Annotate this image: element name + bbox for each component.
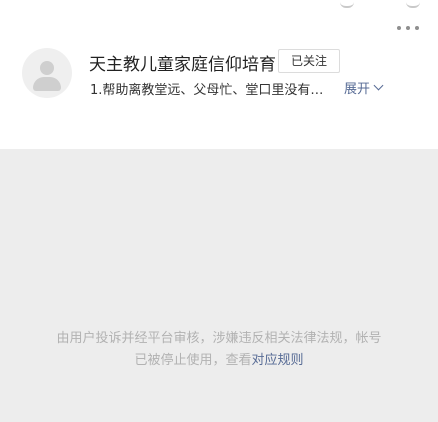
notice-line-2-text: 已被停止使用，查看 <box>134 353 252 368</box>
more-dots-icon[interactable] <box>397 22 419 34</box>
suspension-notice: 由用户投诉并经平台审核，涉嫌违反相关法律法规，帐号 已被停止使用，查看对应规则 <box>0 328 438 372</box>
expand-label: 展开 <box>344 82 371 97</box>
notice-line-2: 已被停止使用，查看对应规则 <box>0 350 438 372</box>
rule-link[interactable]: 对应规则 <box>252 353 304 368</box>
account-name[interactable]: 天主教儿童家庭信仰培育 <box>89 50 276 75</box>
avatar-head <box>40 61 54 75</box>
account-profile: 天主教儿童家庭信仰培育 已关注 1.帮助离教堂远、父母忙、堂口里没有儿童信仰培育… <box>22 46 422 102</box>
account-description: 1.帮助离教堂远、父母忙、堂口里没有儿童信仰培育的家庭 <box>90 83 336 98</box>
avatar-body <box>33 77 61 91</box>
dot <box>415 26 419 30</box>
toolbar-icon-partial <box>340 0 354 8</box>
toolbar-icon-partial <box>406 0 420 8</box>
expand-button[interactable]: 展开 <box>344 78 384 97</box>
dot <box>406 26 410 30</box>
notice-line-1: 由用户投诉并经平台审核，涉嫌违反相关法律法规，帐号 <box>56 331 382 346</box>
chevron-down-icon <box>373 80 384 91</box>
follow-button[interactable]: 已关注 <box>278 49 340 73</box>
top-toolbar-partial <box>340 0 420 8</box>
dot <box>397 26 401 30</box>
default-avatar-icon[interactable] <box>22 48 72 98</box>
suspended-content-area: 由用户投诉并经平台审核，涉嫌违反相关法律法规，帐号 已被停止使用，查看对应规则 <box>0 149 438 422</box>
